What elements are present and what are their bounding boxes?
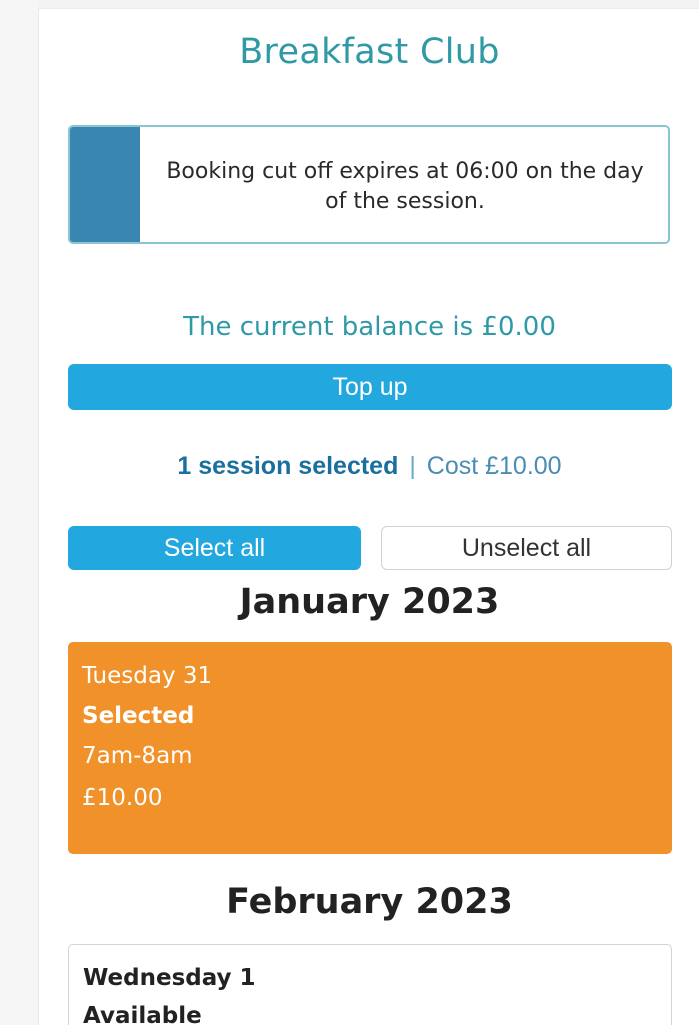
selection-summary: 1 session selected | Cost £10.00	[40, 452, 699, 481]
unselect-all-button[interactable]: Unselect all	[381, 526, 672, 570]
page-title: Breakfast Club	[239, 32, 500, 72]
month-heading-february: February 2023	[226, 882, 513, 922]
left-edge-strip	[0, 0, 39, 1025]
cutoff-info-panel: Booking cut off expires at 06:00 on the …	[68, 125, 670, 244]
session-price: £10.00	[82, 785, 163, 811]
balance-text: The current balance is £0.00	[183, 312, 556, 342]
session-status: Available	[83, 1003, 202, 1025]
app-screen: Breakfast Club Booking cut off expires a…	[0, 0, 699, 1025]
session-card-available[interactable]: Wednesday 1 Available	[68, 944, 672, 1025]
top-edge-strip	[38, 0, 699, 9]
select-all-button[interactable]: Select all	[68, 526, 361, 570]
selected-count-link[interactable]: 1 session selected	[177, 452, 398, 480]
info-panel-accent-bar	[70, 127, 140, 242]
session-day: Tuesday 31	[82, 663, 213, 689]
session-time: 7am-8am	[82, 743, 193, 769]
summary-divider: |	[409, 452, 416, 480]
top-up-button[interactable]: Top up	[68, 364, 672, 410]
month-heading-january: January 2023	[239, 582, 500, 622]
selection-cost: Cost £10.00	[426, 452, 562, 480]
session-day: Wednesday 1	[83, 965, 256, 991]
cutoff-info-text: Booking cut off expires at 06:00 on the …	[166, 159, 644, 214]
session-status: Selected	[82, 703, 195, 729]
session-card-selected[interactable]: Tuesday 31 Selected 7am-8am £10.00	[68, 642, 672, 854]
